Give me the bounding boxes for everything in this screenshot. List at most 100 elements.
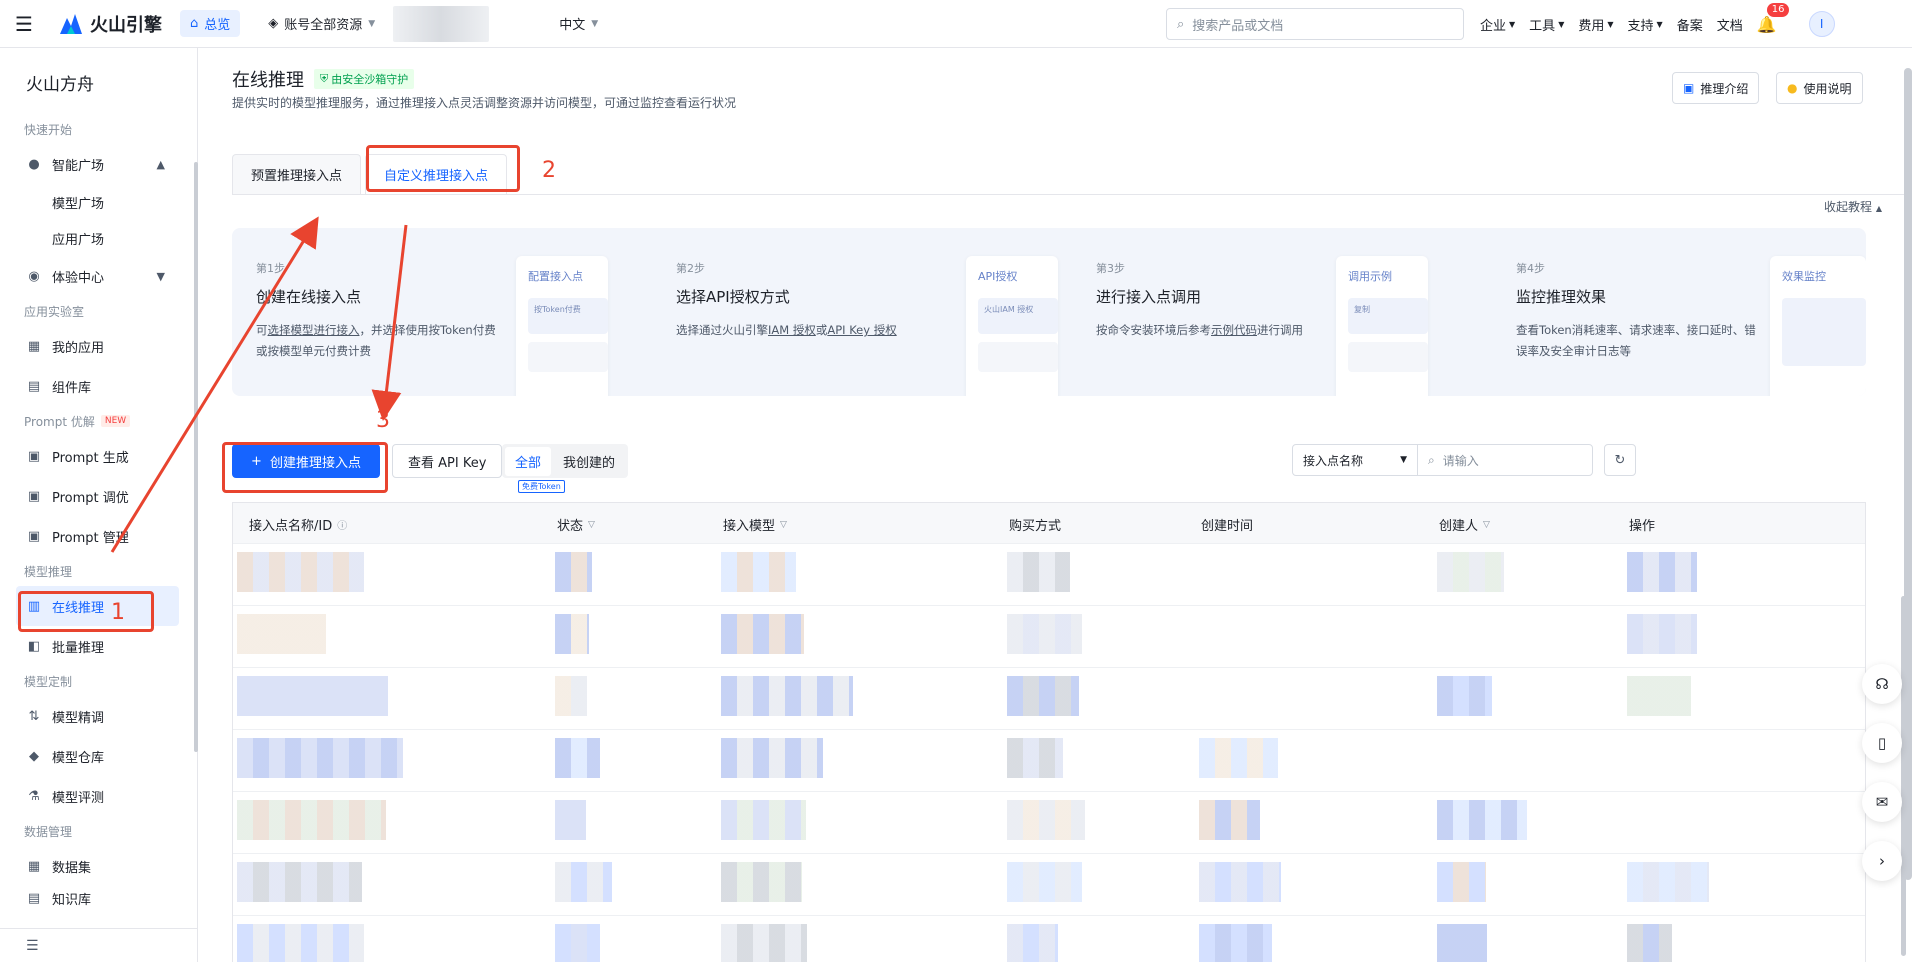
redacted-cell (1199, 800, 1261, 840)
menu-enterprise[interactable]: 企业 ▼ (1480, 15, 1515, 34)
group-prompt-opt: Prompt 优解 NEW (0, 406, 197, 436)
step-preview-card: 调用示例 复制 (1336, 256, 1428, 396)
menu-label: 企业 (1480, 18, 1507, 34)
column-creator: 创建人 ▽ (1439, 515, 1490, 534)
redacted-cell (237, 552, 364, 592)
experience-icon: ◉ (28, 268, 40, 284)
api-key-auth-link[interactable]: API Key 授权 (827, 323, 896, 337)
book-icon: ▣ (1683, 81, 1695, 95)
table-row[interactable] (233, 915, 1865, 962)
sidebar-item-my-apps[interactable]: ▦ 我的应用 (0, 326, 197, 366)
tab-preset-endpoint[interactable]: 预置推理接入点 (232, 154, 362, 194)
sidebar-item-knowledge[interactable]: ▤ 知识库 (0, 886, 197, 910)
redacted-cell (721, 800, 807, 840)
sidebar-item-model-eval[interactable]: ⚗ 模型评测 (0, 776, 197, 816)
sidebar-item-model-plaza[interactable]: 模型广场 (0, 184, 197, 220)
sample-code-link[interactable]: 示例代码 (1211, 323, 1257, 337)
info-icon[interactable]: ⓘ (337, 517, 347, 532)
column-status: 状态 ▽ (557, 515, 595, 534)
segment-all[interactable]: 全部 (505, 446, 552, 476)
redacted-cell (1437, 552, 1505, 592)
collapse-tutorial-link[interactable]: 收起教程 ▲ (1824, 198, 1882, 215)
redacted-cell (721, 676, 853, 716)
column-label: 操作 (1629, 519, 1656, 534)
step-text: 进行调用 (1257, 323, 1303, 337)
account-label: 账号全部资源 (284, 18, 363, 33)
inference-intro-button[interactable]: ▣ 推理介绍 (1672, 72, 1760, 104)
iam-auth-link[interactable]: IAM 授权 (768, 323, 816, 337)
sidebar-item-prompt-tune[interactable]: ▣ Prompt 调优 (0, 476, 197, 516)
sidebar-item-label: 组件库 (52, 380, 92, 396)
redacted-cell (555, 924, 600, 962)
redacted-cell (721, 738, 823, 778)
filter-icon[interactable]: ▽ (780, 520, 787, 530)
search-icon: ⌕ (1177, 16, 1185, 32)
filter-field-select[interactable]: 接入点名称 ▼ (1292, 444, 1418, 476)
notification-bell-icon[interactable]: 🔔 16 (1757, 2, 1790, 34)
step-title: 监控推理效果 (1516, 288, 1607, 306)
feedback-icon[interactable]: ✉ (1862, 782, 1902, 822)
redacted-cell (1007, 614, 1083, 654)
redacted-cell (1199, 924, 1273, 962)
sidebar-item-smart-plaza[interactable]: ● 智能广场 ▲ (0, 144, 197, 184)
segment-mine[interactable]: 我创建的 (553, 447, 625, 476)
sidebar-item-label: Prompt 调优 (52, 490, 129, 506)
tutorial-step-2: 第2步 选择API授权方式 选择通过火山引擎IAM 授权或API Key 授权 … (652, 228, 1072, 396)
bulb-icon: ● (28, 156, 40, 172)
refresh-icon[interactable]: ↻ (1604, 444, 1636, 476)
link-filing[interactable]: 备案 (1677, 15, 1703, 34)
sidebar-item-model-repo[interactable]: ◆ 模型仓库 (0, 736, 197, 776)
table-header: 接入点名称/ID ⓘ 状态 ▽ 接入模型 ▽ 购买方式 创建时间 创建人 ▽ 操作 (233, 503, 1865, 543)
sidebar-item-experience[interactable]: ◉ 体验中心 ▼ (0, 256, 197, 296)
page-scrollbar[interactable] (1904, 68, 1912, 880)
chevron-right-icon[interactable]: › (1862, 841, 1902, 881)
table-row[interactable] (233, 605, 1865, 667)
table-row[interactable] (233, 853, 1865, 915)
step-description: 可选择模型进行接入，并选择使用按Token付费或按模型单元付费计费 (256, 320, 506, 362)
menu-icon[interactable]: ☰ (0, 0, 48, 48)
menu-label: 费用 (1578, 18, 1605, 34)
menu-support[interactable]: 支持 ▼ (1628, 15, 1663, 34)
menu-billing[interactable]: 费用 ▼ (1578, 15, 1613, 34)
shield-icon: ⛨ (320, 72, 329, 85)
docs-book-icon[interactable]: ▯ (1862, 723, 1902, 763)
menu-tools[interactable]: 工具 ▼ (1529, 15, 1564, 34)
step-text: 或 (815, 323, 828, 337)
filter-icon[interactable]: ▽ (1483, 520, 1490, 530)
link-docs[interactable]: 文档 (1717, 15, 1743, 34)
filter-placeholder: 请输入 (1442, 453, 1479, 468)
sidebar-item-fine-tune[interactable]: ⇅ 模型精调 (0, 696, 197, 736)
sidebar-item-prompt-generate[interactable]: ▣ Prompt 生成 (0, 436, 197, 476)
sidebar-item-dataset[interactable]: ▦ 数据集 (0, 846, 197, 886)
account-resource-dropdown[interactable]: ◈ 账号全部资源 ▼ (268, 14, 375, 33)
top-menu-group: 企业 ▼ 工具 ▼ 费用 ▼ 支持 ▼ 备案 文档 🔔 16 I (1480, 0, 1835, 48)
table-row[interactable] (233, 729, 1865, 791)
column-created-time: 创建时间 (1201, 515, 1253, 534)
redacted-cell (1437, 924, 1487, 962)
brand-logo[interactable]: 火山引擎 (58, 11, 162, 37)
product-search-input[interactable]: ⌕ 搜索产品或文档 (1166, 8, 1464, 40)
overview-nav-button[interactable]: ⌂ 总览 (180, 10, 241, 37)
table-row[interactable] (233, 543, 1865, 605)
sidebar-item-batch-inference[interactable]: ◧ 批量推理 (0, 626, 197, 666)
column-label: 创建人 (1439, 519, 1479, 534)
language-dropdown[interactable]: 中文 ▼ (559, 14, 598, 33)
filter-icon[interactable]: ▽ (588, 520, 595, 530)
group-label: Prompt 优解 (24, 414, 95, 429)
collapse-sidebar-icon[interactable]: ☰ (0, 928, 197, 962)
layers-icon: ◈ (268, 16, 279, 31)
filter-search-input[interactable]: ⌕ 请输入 (1417, 444, 1593, 476)
sidebar-item-components[interactable]: ▤ 组件库 (0, 366, 197, 406)
user-avatar[interactable]: I (1808, 11, 1835, 37)
table-row[interactable] (233, 791, 1865, 853)
redacted-cell (1437, 862, 1486, 902)
view-api-key-button[interactable]: 查看 API Key (392, 444, 503, 478)
select-model-link[interactable]: 选择模型进行接入 (268, 323, 360, 337)
usage-guide-button[interactable]: ● 使用说明 (1776, 72, 1863, 104)
customer-service-icon[interactable]: ☊ (1862, 664, 1902, 704)
table-row[interactable] (233, 667, 1865, 729)
column-label: 状态 (557, 519, 584, 534)
sidebar-item-prompt-manage[interactable]: ▣ Prompt 管理 (0, 516, 197, 556)
sidebar-item-app-plaza[interactable]: 应用广场 (0, 220, 197, 256)
card-chart-mock (1782, 298, 1866, 366)
